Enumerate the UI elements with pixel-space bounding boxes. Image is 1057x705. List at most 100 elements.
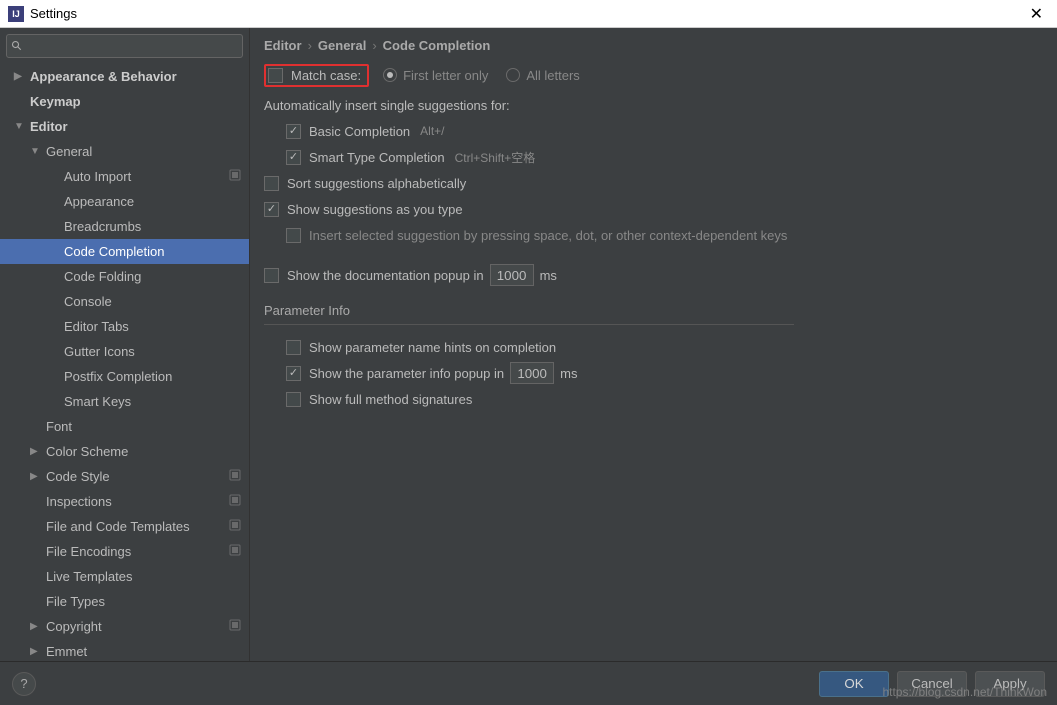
tree-arrow-icon: ▼	[14, 121, 26, 132]
sidebar-item-code-style[interactable]: ▶ Code Style	[0, 464, 249, 489]
search-input[interactable]	[6, 34, 243, 58]
sidebar-item-smart-keys[interactable]: Smart Keys	[0, 389, 249, 414]
scope-icon	[229, 519, 241, 534]
show-doc-checkbox[interactable]	[264, 268, 279, 283]
sort-alpha-label: Sort suggestions alphabetically	[287, 176, 466, 191]
sidebar-item-emmet[interactable]: ▶Emmet	[0, 639, 249, 661]
first-letter-label: First letter only	[403, 68, 488, 83]
sidebar-item-appearance[interactable]: Appearance	[0, 189, 249, 214]
sidebar-item-label: Smart Keys	[64, 394, 249, 409]
section-divider	[264, 324, 794, 325]
sidebar-item-keymap[interactable]: Keymap	[0, 89, 249, 114]
all-letters-radio[interactable]	[506, 68, 520, 82]
sidebar-item-label: Keymap	[30, 94, 249, 109]
window-title: Settings	[30, 6, 77, 21]
full-sig-label: Show full method signatures	[309, 392, 472, 407]
sidebar-item-label: Appearance	[64, 194, 249, 209]
basic-completion-checkbox[interactable]	[286, 124, 301, 139]
sidebar-item-breadcrumbs[interactable]: Breadcrumbs	[0, 214, 249, 239]
ms-label-2: ms	[560, 366, 577, 381]
sidebar-item-label: Font	[46, 419, 249, 434]
smart-completion-checkbox[interactable]	[286, 150, 301, 165]
show-as-type-checkbox[interactable]	[264, 202, 279, 217]
tree-arrow-icon: ▶	[30, 446, 42, 457]
tree-arrow-icon: ▼	[30, 146, 42, 157]
sidebar-item-postfix-completion[interactable]: Postfix Completion	[0, 364, 249, 389]
sidebar-item-code-completion[interactable]: Code Completion	[0, 239, 249, 264]
tree-arrow-icon: ▶	[30, 471, 42, 482]
sidebar-item-auto-import[interactable]: Auto Import	[0, 164, 249, 189]
smart-shortcut: Ctrl+Shift+空格	[455, 149, 536, 166]
ms-label-1: ms	[540, 268, 557, 283]
scope-icon	[229, 619, 241, 634]
sidebar-item-label: Copyright	[46, 619, 229, 634]
insert-space-checkbox[interactable]	[286, 228, 301, 243]
all-letters-label: All letters	[526, 68, 579, 83]
cancel-button[interactable]: Cancel	[897, 671, 967, 697]
sidebar-item-file-encodings[interactable]: File Encodings	[0, 539, 249, 564]
match-case-label: Match case:	[291, 68, 361, 83]
sidebar-item-file-and-code-templates[interactable]: File and Code Templates	[0, 514, 249, 539]
sidebar-item-label: Inspections	[46, 494, 229, 509]
settings-tree: ▶Appearance & Behavior Keymap ▼ Editor ▼ Gene…	[0, 64, 249, 661]
sidebar-item-label: General	[46, 144, 249, 159]
show-as-type-label: Show suggestions as you type	[287, 202, 463, 217]
apply-button[interactable]: Apply	[975, 671, 1045, 697]
sidebar-item-label: Auto Import	[64, 169, 229, 184]
tree-arrow-icon: ▶	[14, 71, 26, 82]
sidebar-item-copyright[interactable]: ▶ Copyright	[0, 614, 249, 639]
sidebar-item-label: Editor	[30, 119, 249, 134]
sidebar-item-live-templates[interactable]: Live Templates	[0, 564, 249, 589]
sidebar-item-inspections[interactable]: Inspections	[0, 489, 249, 514]
sidebar-item-font[interactable]: Font	[0, 414, 249, 439]
sidebar-item-label: Color Scheme	[46, 444, 249, 459]
sort-alpha-checkbox[interactable]	[264, 176, 279, 191]
sidebar-item-label: File Types	[46, 594, 249, 609]
breadcrumb: Editor›General›Code Completion	[250, 28, 1057, 57]
sidebar-item-appearance-behavior[interactable]: ▶Appearance & Behavior	[0, 64, 249, 89]
sidebar-item-label: Live Templates	[46, 569, 249, 584]
sidebar-item-label: Editor Tabs	[64, 319, 249, 334]
sidebar-item-label: Breadcrumbs	[64, 219, 249, 234]
first-letter-radio[interactable]	[383, 68, 397, 82]
sidebar-item-editor[interactable]: ▼ Editor	[0, 114, 249, 139]
doc-ms-input[interactable]	[490, 264, 534, 286]
match-case-checkbox[interactable]	[268, 68, 283, 83]
auto-insert-header: Automatically insert single suggestions …	[264, 98, 510, 113]
scope-icon	[229, 494, 241, 509]
sidebar-item-label: File and Code Templates	[46, 519, 229, 534]
close-icon[interactable]: ✕	[1024, 4, 1049, 24]
sidebar-item-label: File Encodings	[46, 544, 229, 559]
sidebar-item-label: Code Completion	[64, 244, 249, 259]
tree-arrow-icon: ▶	[30, 621, 42, 632]
basic-completion-label: Basic Completion	[309, 124, 410, 139]
basic-shortcut: Alt+/	[420, 124, 444, 138]
sidebar-item-gutter-icons[interactable]: Gutter Icons	[0, 339, 249, 364]
insert-space-label: Insert selected suggestion by pressing s…	[309, 228, 787, 243]
sidebar-item-editor-tabs[interactable]: Editor Tabs	[0, 314, 249, 339]
match-case-highlight: Match case:	[264, 64, 369, 87]
sidebar-item-file-types[interactable]: File Types	[0, 589, 249, 614]
full-sig-checkbox[interactable]	[286, 392, 301, 407]
param-ms-input[interactable]	[510, 362, 554, 384]
sidebar-item-label: Code Style	[46, 469, 229, 484]
scope-icon	[229, 544, 241, 559]
titlebar: IJ Settings ✕	[0, 0, 1057, 28]
sidebar-item-label: Console	[64, 294, 249, 309]
param-popup-checkbox[interactable]	[286, 366, 301, 381]
tree-arrow-icon: ▶	[30, 646, 42, 657]
sidebar-item-console[interactable]: Console	[0, 289, 249, 314]
scope-icon	[229, 469, 241, 484]
param-hints-checkbox[interactable]	[286, 340, 301, 355]
param-hints-label: Show parameter name hints on completion	[309, 340, 556, 355]
sidebar-item-label: Postfix Completion	[64, 369, 249, 384]
ok-button[interactable]: OK	[819, 671, 889, 697]
sidebar-item-general[interactable]: ▼ General	[0, 139, 249, 164]
sidebar-item-color-scheme[interactable]: ▶ Color Scheme	[0, 439, 249, 464]
scope-icon	[229, 169, 241, 184]
help-button[interactable]: ?	[12, 672, 36, 696]
param-popup-label: Show the parameter info popup in	[309, 366, 504, 381]
search-icon	[11, 40, 23, 52]
sidebar-item-label: Code Folding	[64, 269, 249, 284]
sidebar-item-code-folding[interactable]: Code Folding	[0, 264, 249, 289]
